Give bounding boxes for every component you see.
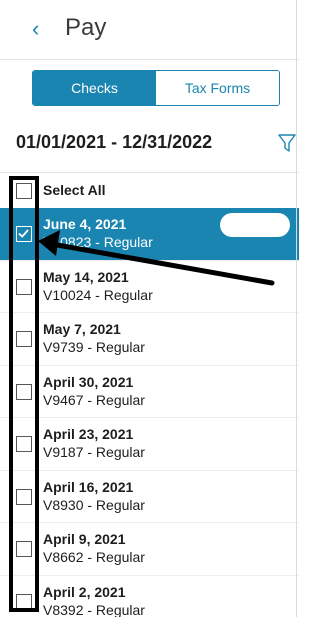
check-date: April 23, 2021 xyxy=(43,426,134,442)
check-date: April 2, 2021 xyxy=(43,583,126,600)
row-checkbox[interactable] xyxy=(16,226,32,242)
select-all-label: Select All xyxy=(43,182,106,198)
check-row[interactable]: April 2, 2021 V8392 - Regular xyxy=(0,576,299,617)
chevron-left-icon[interactable]: ‹ xyxy=(32,16,39,42)
check-date: May 14, 2021 xyxy=(43,268,129,285)
row-checkbox[interactable] xyxy=(16,541,32,557)
date-range-label: 01/01/2021 - 12/31/2022 xyxy=(16,132,213,152)
row-checkbox[interactable] xyxy=(16,383,32,400)
check-detail: V8392 - Regular xyxy=(43,601,145,617)
check-row[interactable]: April 30, 2021 V9467 - Regular xyxy=(0,366,299,418)
tab-checks[interactable]: Checks xyxy=(33,71,156,105)
row-checkbox[interactable] xyxy=(16,278,32,295)
scrollbar-track xyxy=(296,0,297,617)
check-date: April 16, 2021 xyxy=(43,478,134,495)
filter-icon[interactable] xyxy=(278,133,296,153)
check-row[interactable]: June 4, 2021 V10823 - Regular xyxy=(0,208,299,261)
check-detail: V10024 - Regular xyxy=(43,286,153,303)
check-row[interactable]: April 9, 2021 V8662 - Regular xyxy=(0,523,299,576)
tab-tax-forms[interactable]: Tax Forms xyxy=(156,71,279,105)
tab-switcher: Checks Tax Forms xyxy=(32,70,280,106)
page-header: ‹ Pay xyxy=(0,0,299,60)
check-date: April 9, 2021 xyxy=(43,531,126,547)
check-detail: V9467 - Regular xyxy=(43,391,145,408)
select-all-checkbox[interactable] xyxy=(16,183,32,199)
check-detail: V8930 - Regular xyxy=(43,496,145,513)
row-badge xyxy=(220,213,290,237)
check-row[interactable]: April 23, 2021 V9187 - Regular xyxy=(0,418,299,471)
row-checkbox[interactable] xyxy=(16,593,32,610)
row-checkbox[interactable] xyxy=(16,331,32,347)
checks-list: June 4, 2021 V10823 - Regular May 14, 20… xyxy=(0,208,299,617)
divider xyxy=(0,172,299,173)
row-checkbox[interactable] xyxy=(16,436,32,452)
select-all-row[interactable]: Select All xyxy=(0,174,299,208)
row-checkbox[interactable] xyxy=(16,488,32,505)
check-row[interactable]: May 7, 2021 V9739 - Regular xyxy=(0,313,299,366)
page-title: Pay xyxy=(65,14,107,41)
check-date: June 4, 2021 xyxy=(43,216,127,232)
checkmark-icon xyxy=(18,229,29,238)
check-detail: V9187 - Regular xyxy=(43,444,145,460)
check-date: April 30, 2021 xyxy=(43,373,134,390)
check-row[interactable]: April 16, 2021 V8930 - Regular xyxy=(0,471,299,523)
check-row[interactable]: May 14, 2021 V10024 - Regular xyxy=(0,261,299,313)
check-date: May 7, 2021 xyxy=(43,321,121,337)
check-detail: V8662 - Regular xyxy=(43,549,145,565)
check-detail: V9739 - Regular xyxy=(43,339,145,355)
check-detail: V10823 - Regular xyxy=(43,234,153,250)
